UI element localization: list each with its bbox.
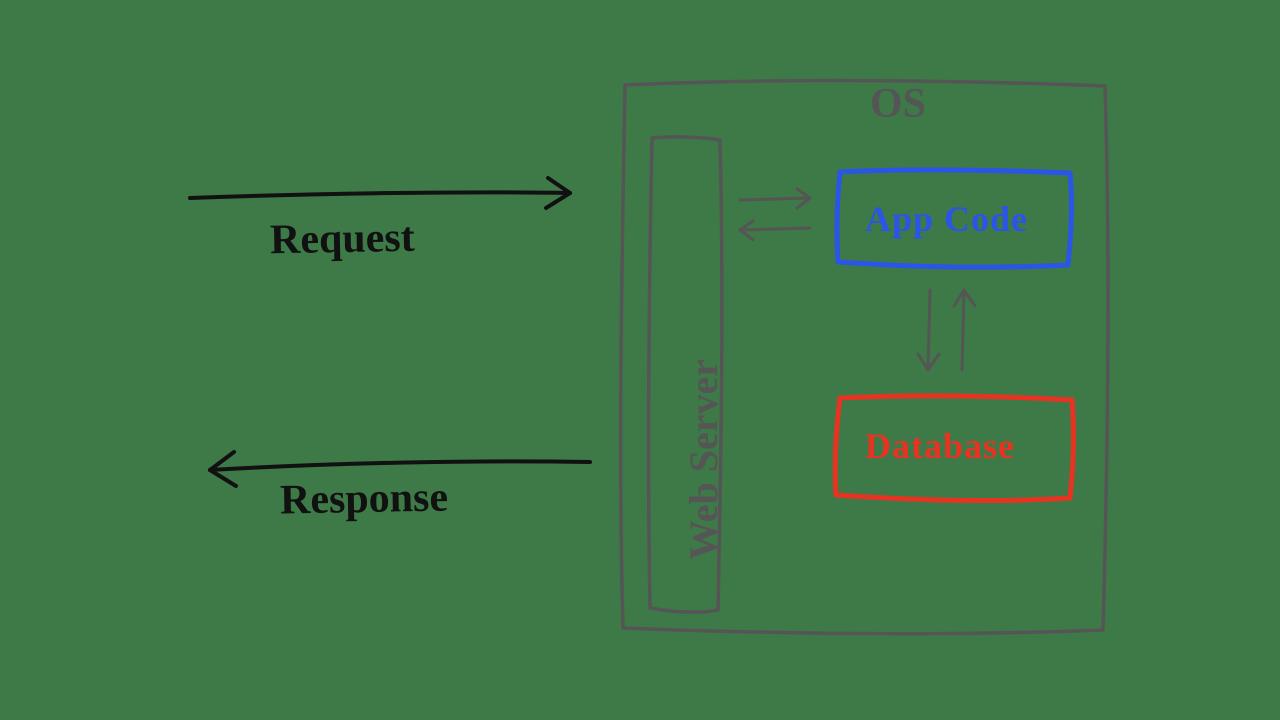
- server-appcode-arrows: [740, 189, 810, 240]
- web-server-label: Web Server: [680, 359, 727, 560]
- diagram-canvas: [0, 0, 1280, 720]
- request-label: Request: [270, 214, 415, 265]
- appcode-database-arrows: [918, 290, 975, 370]
- architecture-diagram: Request Response OS Web Server App Code …: [0, 0, 1280, 720]
- database-label: Database: [865, 425, 1015, 467]
- os-label: OS: [870, 80, 926, 128]
- request-arrow: [190, 178, 570, 208]
- app-code-label: App Code: [865, 198, 1028, 240]
- response-label: Response: [280, 474, 449, 525]
